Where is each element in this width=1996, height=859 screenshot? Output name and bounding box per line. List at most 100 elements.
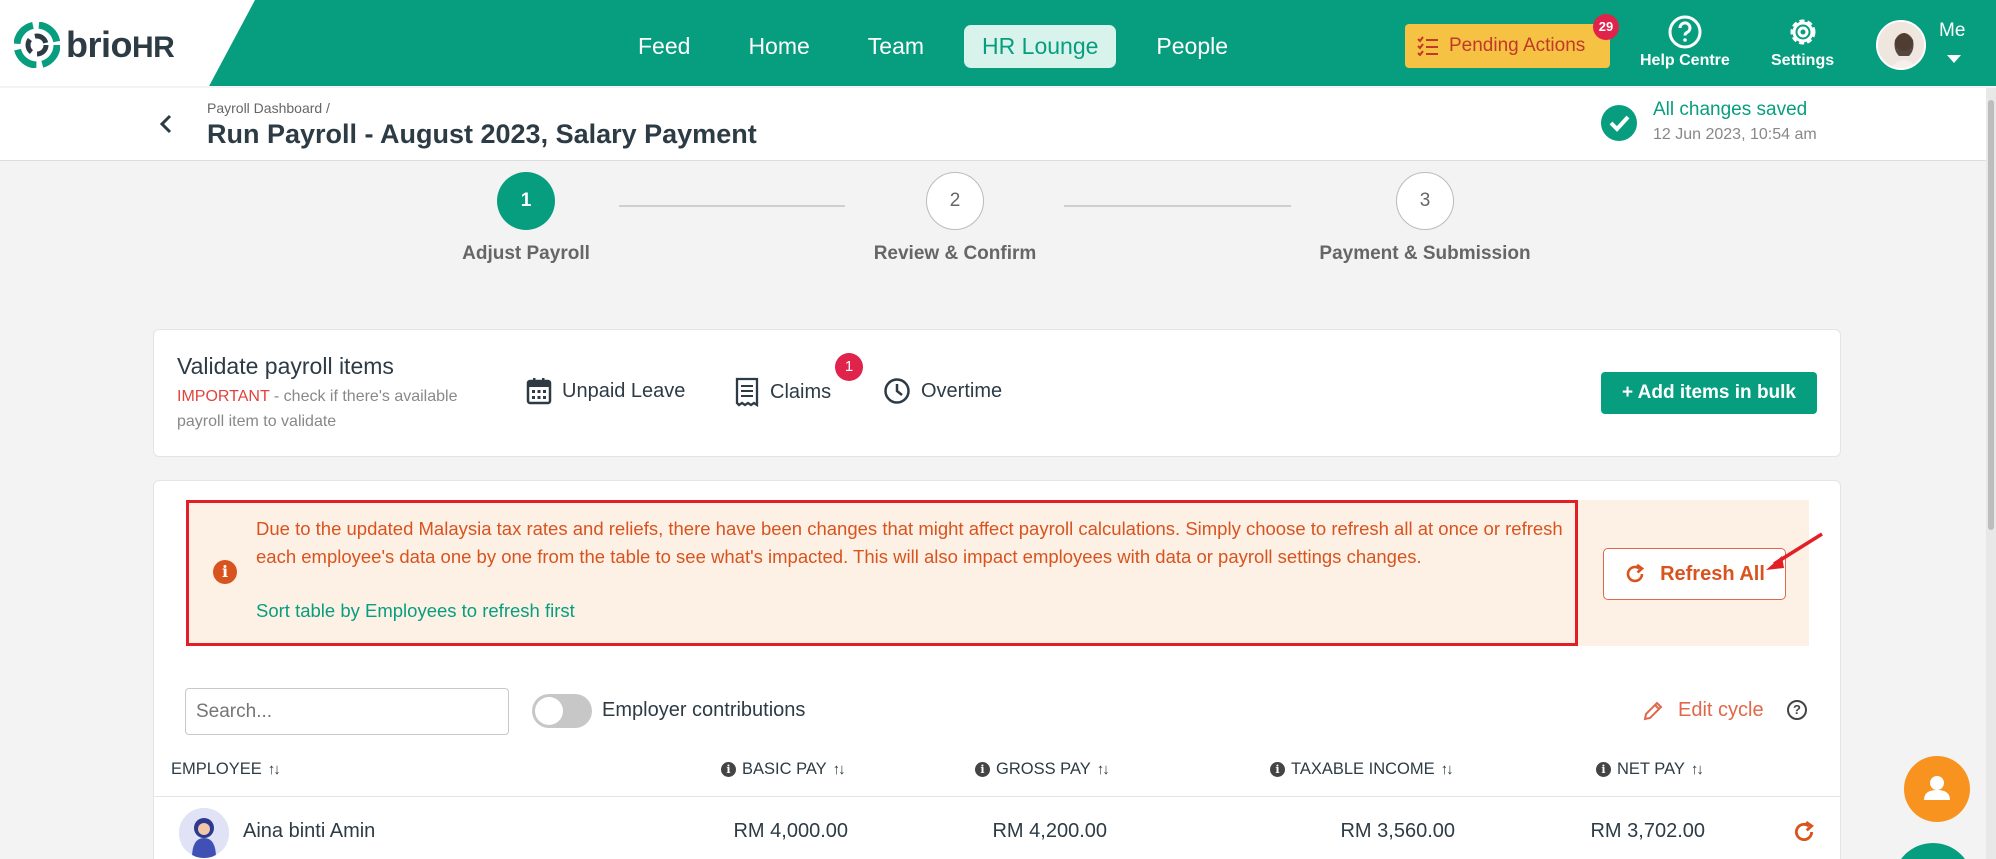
column-header-gross-pay[interactable]: i GROSS PAY ↑↓	[975, 760, 1110, 779]
page-title: Run Payroll - August 2023, Salary Paymen…	[207, 119, 757, 149]
settings-label: Settings	[1771, 52, 1835, 69]
alert-message: Due to the updated Malaysia tax rates an…	[256, 518, 1563, 567]
table-divider	[154, 796, 1840, 797]
save-status: All changes saved	[1653, 99, 1808, 120]
info-icon: i	[1596, 762, 1611, 777]
person-icon	[1924, 776, 1950, 800]
clock-icon	[884, 378, 910, 404]
sort-icon: ↑↓	[1690, 761, 1704, 778]
back-arrow-icon[interactable]	[152, 110, 180, 138]
brio-logo-icon	[14, 22, 60, 68]
edit-cycle-label: Edit cycle	[1678, 699, 1764, 721]
employee-avatar-icon	[179, 808, 229, 858]
help-centre-label: Help Centre	[1640, 52, 1730, 69]
page-header: Payroll Dashboard / Run Payroll - August…	[0, 88, 1996, 161]
pending-actions-label: Pending Actions	[1449, 35, 1586, 56]
refresh-icon	[1626, 563, 1645, 583]
unpaid-leave-label: Unpaid Leave	[562, 379, 686, 402]
brand-name: brioHR	[66, 24, 175, 65]
validate-payroll-card: Validate payroll items IMPORTANT - check…	[153, 329, 1841, 457]
receipt-icon	[735, 377, 759, 407]
column-header-label: BASIC PAY	[742, 760, 827, 778]
brand-logo[interactable]: brioHR	[0, 0, 255, 86]
check-circle-icon	[1601, 105, 1637, 141]
column-header-label: NET PAY	[1617, 760, 1685, 778]
search-input[interactable]	[185, 688, 509, 735]
question-circle-icon[interactable]: ?	[1787, 700, 1807, 720]
pencil-icon	[1643, 701, 1663, 720]
gross-pay-cell: RM 4,200.00	[992, 820, 1107, 842]
important-label: IMPORTANT	[177, 388, 270, 405]
taxable-income-cell: RM 3,560.00	[1340, 820, 1455, 842]
info-icon: i	[721, 762, 736, 777]
help-icon	[1668, 15, 1702, 49]
pending-actions-badge: 29	[1593, 14, 1619, 40]
column-header-basic-pay[interactable]: i BASIC PAY ↑↓	[721, 760, 846, 779]
column-header-label: EMPLOYEE	[171, 760, 262, 778]
unpaid-leave-button[interactable]: Unpaid Leave	[526, 377, 685, 405]
chat-fab-button[interactable]	[1893, 843, 1973, 859]
claims-label: Claims	[770, 380, 832, 403]
edit-cycle-button[interactable]: Edit cycle	[1642, 699, 1764, 722]
step-1-label: Adjust Payroll	[462, 243, 590, 264]
profile-fab-button[interactable]	[1904, 756, 1970, 822]
sort-icon: ↑↓	[267, 761, 281, 778]
column-header-label: TAXABLE INCOME	[1291, 760, 1435, 778]
step-2-label: Review & Confirm	[873, 243, 1037, 264]
chevron-down-icon[interactable]	[1947, 55, 1961, 63]
basic-pay-cell: RM 4,000.00	[733, 820, 848, 842]
calendar-icon	[526, 378, 552, 405]
overtime-label: Overtime	[921, 379, 1003, 402]
breadcrumb[interactable]: Payroll Dashboard /	[207, 100, 330, 116]
annotation-arrow-icon	[1766, 532, 1823, 570]
refresh-all-button[interactable]: Refresh All	[1603, 548, 1786, 600]
top-navigation-bar: brioHR Feed Home Team HR Lounge People P…	[0, 0, 1996, 86]
employer-contributions-toggle[interactable]	[532, 694, 592, 728]
main-nav: Feed Home Team HR Lounge People	[620, 25, 1246, 68]
info-icon: i	[1270, 762, 1285, 777]
column-header-taxable-income[interactable]: i TAXABLE INCOME ↑↓	[1270, 760, 1454, 779]
nav-feed[interactable]: Feed	[620, 25, 708, 68]
employee-avatar	[179, 808, 229, 858]
nav-home[interactable]: Home	[730, 25, 827, 68]
checklist-icon	[1417, 36, 1438, 56]
nav-hr-lounge[interactable]: HR Lounge	[964, 25, 1117, 68]
save-timestamp: 12 Jun 2023, 10:54 am	[1653, 126, 1817, 143]
step-1-indicator[interactable]: 1	[497, 172, 555, 230]
scrollbar-thumb[interactable]	[1988, 100, 1994, 530]
gear-icon	[1790, 19, 1816, 45]
step-3-indicator[interactable]: 3	[1396, 172, 1454, 230]
overtime-button[interactable]: Overtime	[883, 377, 1002, 405]
column-header-net-pay[interactable]: i NET PAY ↑↓	[1596, 760, 1704, 779]
step-2-indicator[interactable]: 2	[926, 172, 984, 230]
column-header-employee[interactable]: EMPLOYEE ↑↓	[171, 760, 281, 779]
info-icon: i	[975, 762, 990, 777]
user-avatar[interactable]	[1876, 20, 1926, 70]
add-items-in-bulk-button[interactable]: + Add items in bulk	[1601, 372, 1817, 414]
claims-count-badge: 1	[835, 353, 863, 381]
sort-icon: ↑↓	[1440, 761, 1454, 778]
employee-name[interactable]: Aina binti Amin	[243, 820, 375, 843]
validate-note: IMPORTANT - check if there's available p…	[177, 384, 497, 434]
nav-team[interactable]: Team	[850, 25, 942, 68]
net-pay-cell: RM 3,702.00	[1590, 820, 1705, 842]
info-icon: i	[213, 560, 237, 584]
sort-employees-link[interactable]: Sort table by Employees to refresh first	[256, 600, 575, 622]
validate-title: Validate payroll items	[177, 353, 394, 379]
claims-button[interactable]: Claims	[734, 377, 831, 407]
step-connector	[1064, 205, 1291, 207]
pending-actions-button[interactable]: Pending Actions	[1405, 24, 1610, 68]
step-3-label: Payment & Submission	[1319, 243, 1531, 264]
user-menu-label[interactable]: Me	[1939, 20, 1965, 42]
row-refresh-icon[interactable]	[1792, 820, 1816, 844]
user-photo-icon	[1878, 22, 1924, 68]
help-centre-button[interactable]: Help Centre	[1640, 14, 1730, 70]
sort-icon: ↑↓	[1096, 761, 1110, 778]
refresh-all-label: Refresh All	[1660, 562, 1765, 585]
nav-people[interactable]: People	[1138, 25, 1246, 68]
settings-button[interactable]: Settings	[1771, 14, 1834, 70]
column-header-label: GROSS PAY	[996, 760, 1091, 778]
sort-icon: ↑↓	[832, 761, 846, 778]
employer-contributions-label: Employer contributions	[602, 699, 806, 721]
step-connector	[619, 205, 845, 207]
